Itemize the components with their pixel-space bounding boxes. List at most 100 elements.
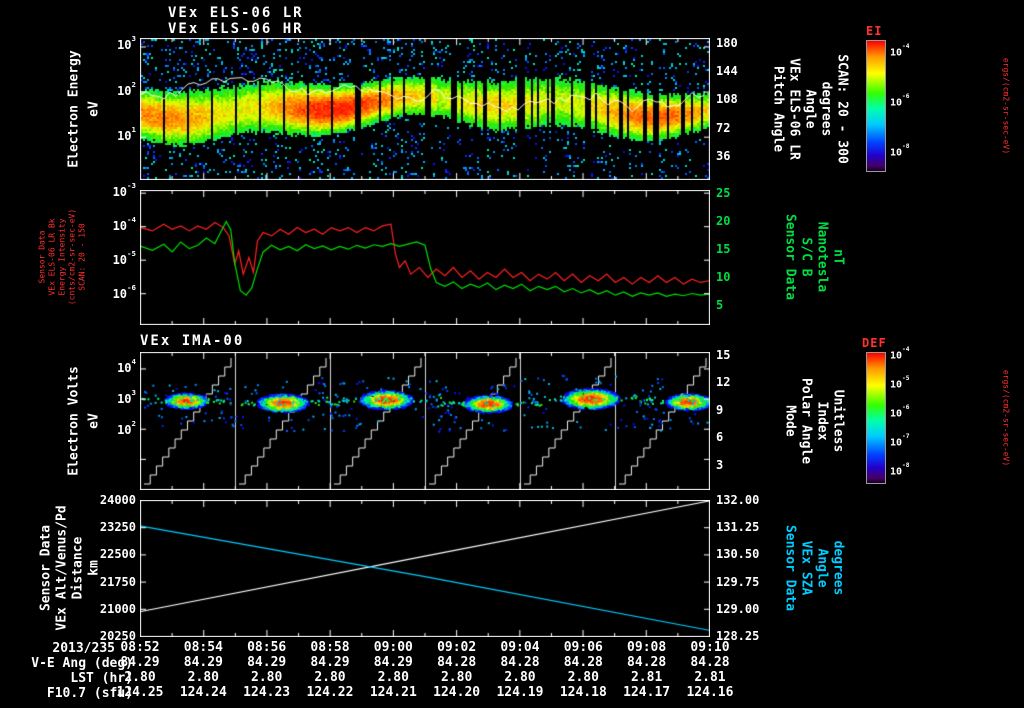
row2-values-7: 124.18	[559, 685, 607, 700]
p2-left-title-2: Energy Intensity	[57, 218, 67, 296]
row2-values-4: 124.21	[369, 685, 417, 700]
row0-values-7: 84.28	[563, 655, 603, 670]
cb1-ticks-1: 10-6	[890, 93, 910, 109]
p3-left-ticks-2: 102	[117, 418, 136, 437]
p2-right-title-0: Sensor Data	[782, 213, 798, 301]
p2-left-ticks-1: 10-4	[112, 214, 136, 233]
ei-colorbar	[866, 40, 886, 172]
row2-values-3: 124.22	[306, 685, 354, 700]
p4-right-title-2: Angle	[814, 548, 830, 588]
row1-values-3: 2.80	[314, 670, 346, 685]
ephemeris-line-canvas	[140, 500, 710, 637]
p3-right-title-3: Unitless	[830, 389, 846, 453]
row1-values-5: 2.80	[440, 670, 473, 685]
p4-right-ticks-0: 132.00	[716, 493, 760, 507]
p4-left-title-0: Sensor Data	[38, 524, 54, 612]
row0-values-3: 84.29	[310, 655, 350, 670]
p2-right-ticks-3: 10	[716, 270, 731, 284]
p2-right-ticks-4: 5	[716, 298, 724, 312]
p2-right-title-2: Nanotesla	[814, 221, 830, 293]
def-colorbar-title: DEF	[862, 336, 887, 350]
p4-right-ticks-2: 130.50	[716, 547, 760, 561]
p2-left-title-3: (cnts/cm2-sr-sec-eV)	[67, 208, 77, 306]
def-colorbar	[866, 352, 886, 484]
row0-values-5: 84.28	[437, 655, 477, 670]
ei-colorbar-title: EI	[866, 24, 883, 38]
time-ticks-9: 09:10	[690, 640, 730, 655]
p1-right-ticks-1: 144	[716, 64, 738, 78]
p4-right-ticks-3: 129.75	[716, 575, 760, 589]
p4-left-ticks-0: 24000	[99, 493, 136, 507]
p2-left-ticks-2: 10-5	[112, 248, 136, 267]
p1-right-title-4: SCAN: 20 - 300	[834, 54, 850, 164]
p4-right-ticks-4: 129.00	[716, 602, 760, 616]
ima-panel-title: VEx IMA-00	[140, 333, 245, 349]
p2-left-title-4: SCAN: 20 - 150	[77, 223, 87, 291]
p2-right-title-1: S/C B	[798, 237, 814, 277]
time-ticks-3: 08:58	[310, 640, 350, 655]
p3-left-ticks-1: 103	[117, 387, 136, 406]
p4-left-ticks-4: 21000	[99, 602, 136, 616]
p1-left-title-1: eV	[86, 101, 102, 117]
p2-left-ticks-3: 10-6	[112, 282, 136, 301]
p3-right-ticks-0: 15	[716, 348, 731, 362]
row1-values-9: 2.81	[694, 670, 726, 685]
p1-right-title-2: Angle	[802, 89, 818, 129]
p2-left-title-0: Sensor Data	[37, 230, 47, 284]
row2-values-0: 124.25	[116, 685, 164, 700]
ima-spectrogram-canvas	[140, 352, 710, 490]
time-ticks-7: 09:06	[563, 640, 603, 655]
p3-right-ticks-1: 12	[716, 375, 731, 389]
p2-right-ticks-0: 25	[716, 186, 731, 200]
cb2-ticks-2: 10-6	[890, 404, 910, 420]
date-label: 2013/235	[52, 641, 115, 656]
row0-values-2: 84.29	[247, 655, 287, 670]
time-ticks-0: 08:52	[120, 640, 160, 655]
row1-values-4: 2.80	[377, 670, 409, 685]
row1-values-0: 2.80	[124, 670, 156, 685]
p1-right-title-1: VEx ELS-06 LR	[786, 58, 802, 160]
p3-left-ticks-0: 104	[117, 356, 136, 375]
p2-right-title-3: nT	[830, 249, 846, 265]
p1-right-ticks-4: 36	[716, 149, 731, 163]
p1-right-ticks-3: 72	[716, 121, 731, 135]
row2-values-2: 124.23	[243, 685, 291, 700]
row1-values-8: 2.81	[630, 670, 663, 685]
p1-right-title-3: degrees	[818, 81, 834, 137]
p2-right-ticks-1: 20	[716, 214, 731, 228]
p1-left-ticks-1: 102	[117, 79, 136, 98]
row0-values-4: 84.29	[373, 655, 413, 670]
cb2-ticks-3: 10-7	[890, 433, 910, 449]
ei-colorbar-unit: ergs/(cm2-sr-sec-eV)	[1001, 57, 1011, 155]
time-ticks-2: 08:56	[247, 640, 287, 655]
cb1-ticks-2: 10-8	[890, 143, 910, 159]
row0-values-1: 84.29	[183, 655, 223, 670]
plot-title-els-lr: VEx ELS-06 LR	[168, 5, 304, 21]
p1-right-ticks-0: 180	[716, 36, 738, 50]
sensor-b-line-canvas	[140, 190, 710, 325]
row0-values-8: 84.28	[627, 655, 667, 670]
time-ticks-1: 08:54	[183, 640, 223, 655]
time-ticks-8: 09:08	[627, 640, 667, 655]
row2-values-6: 124.19	[496, 685, 544, 700]
time-ticks-4: 09:00	[373, 640, 413, 655]
p2-right-ticks-2: 15	[716, 242, 731, 256]
p1-right-title-0: Pitch Angle	[770, 65, 786, 153]
p3-right-ticks-2: 9	[716, 403, 724, 417]
time-ticks-6: 09:04	[500, 640, 540, 655]
p4-right-title-3: degrees	[830, 540, 846, 596]
row1-values-2: 2.80	[251, 670, 283, 685]
row1-values-6: 2.80	[504, 670, 536, 685]
p1-left-ticks-2: 101	[117, 124, 136, 143]
p4-left-ticks-1: 23250	[99, 520, 136, 534]
plot-title-els-hr: VEx ELS-06 HR	[168, 21, 304, 37]
p4-left-title-2: Distance	[70, 536, 86, 600]
p3-right-title-0: Mode	[782, 405, 798, 437]
vex-quicklook-plot: VEx ELS-06 LR VEx ELS-06 HR Electron Ene…	[0, 0, 1024, 708]
row2-values-5: 124.20	[433, 685, 481, 700]
row2-values-9: 124.16	[686, 685, 734, 700]
row-label-ve-ang: V-E Ang (deg)	[31, 656, 133, 671]
row0-values-0: 84.29	[120, 655, 160, 670]
p3-left-title-1: eV	[86, 413, 102, 429]
cb2-ticks-0: 10-4	[890, 346, 910, 362]
